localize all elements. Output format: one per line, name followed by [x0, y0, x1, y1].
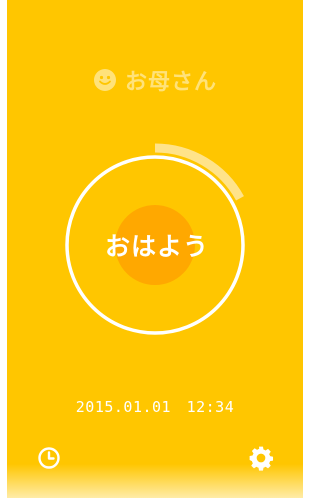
greeting-button[interactable]: おはよう: [52, 220, 262, 270]
progress-arc: [154, 143, 244, 201]
datetime-label: 2015.01.01 12:34: [75, 398, 235, 416]
app-screen: お母さん おはよう 2015.01.01 12:34: [7, 0, 303, 498]
bottom-fade: [7, 464, 303, 498]
